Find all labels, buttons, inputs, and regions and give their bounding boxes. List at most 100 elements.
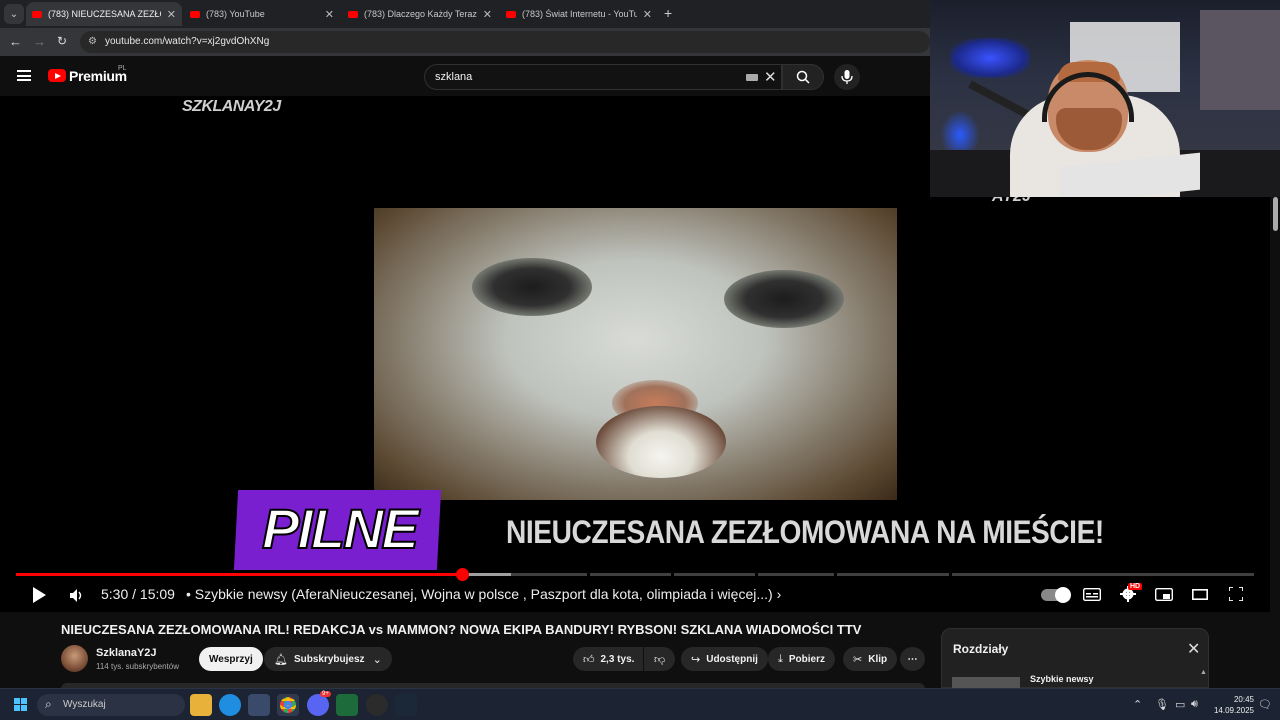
youtube-logo-icon[interactable]: [48, 69, 66, 82]
taskbar-search-input[interactable]: ⌕ Wyszukaj: [37, 694, 185, 716]
close-icon[interactable]: ✕: [483, 8, 492, 21]
chrome-icon[interactable]: [277, 694, 299, 716]
browser-tab-2[interactable]: (783) YouTube ✕: [184, 2, 340, 26]
clip-label: Klip: [868, 653, 888, 665]
edge-browser-icon[interactable]: [219, 694, 241, 716]
browser-tab-3[interactable]: (783) Dlaczego Każdy Teraz Mó ✕: [342, 2, 498, 26]
taskbar-clock[interactable]: 20:45 14.09.2025: [1208, 694, 1254, 716]
keyboard-icon[interactable]: [746, 74, 758, 81]
like-button[interactable]: 👍︎ 2,3 tys.: [573, 647, 643, 671]
miniplayer-icon[interactable]: [1155, 588, 1173, 601]
tab-title: (783) Dlaczego Każdy Teraz Mó: [364, 9, 477, 19]
subscribed-label: Subskrybujesz: [293, 653, 365, 665]
tray-microphone-icon[interactable]: 🎙︎: [1155, 698, 1169, 711]
share-icon: ↪: [691, 653, 701, 666]
chapter-marker: [755, 573, 758, 576]
close-icon[interactable]: ✕: [325, 8, 334, 21]
current-chapter-link[interactable]: • Szybkie newsy (AferaNieuczesanej, Wojn…: [186, 586, 781, 602]
close-icon[interactable]: ✕: [643, 8, 652, 21]
tray-volume-icon[interactable]: 🔊︎: [1191, 698, 1198, 711]
forward-arrow-icon[interactable]: →: [33, 34, 46, 49]
discord-icon[interactable]: 9+: [307, 691, 331, 716]
share-button[interactable]: ↪ Udostępnij: [681, 647, 768, 671]
browser-tab-4[interactable]: (783) Świat Internetu - YouTube ✕: [500, 2, 658, 26]
search-icon: [796, 70, 810, 84]
video-title: NIEUCZESANA ZEZŁOMOWANA IRL! REDAKCJA vs…: [61, 622, 862, 637]
download-label: Pobierz: [788, 653, 825, 665]
scissors-icon: ✂: [853, 653, 863, 666]
video-headline-overlay: NIEUCZESANA ZEZŁOMOWANA NA MIEŚCIE!: [506, 514, 1104, 550]
file-explorer-icon[interactable]: [190, 694, 212, 716]
chapter-item-title[interactable]: Szybkie newsy: [1030, 674, 1094, 684]
windows-start-icon[interactable]: [14, 698, 28, 712]
progress-played: [16, 573, 462, 576]
chapters-panel: Rozdziały ✕ Szybkie newsy ▲: [941, 628, 1209, 689]
steam-icon[interactable]: [395, 694, 417, 716]
play-icon[interactable]: [33, 587, 46, 603]
url-input[interactable]: ⚙ youtube.com/watch?v=xj2gvdOhXNg: [80, 31, 930, 53]
pilne-text: PILNE: [261, 496, 420, 561]
theater-mode-icon[interactable]: [1192, 589, 1208, 600]
autoplay-toggle[interactable]: [1041, 587, 1071, 603]
close-icon[interactable]: ✕: [167, 8, 176, 21]
site-settings-icon[interactable]: ⚙: [88, 36, 97, 47]
hd-badge: HD: [1128, 583, 1143, 590]
menu-hamburger-icon[interactable]: [17, 70, 31, 81]
download-button[interactable]: ⤓ Pobierz: [768, 647, 835, 671]
subscriber-count: 114 tys. subskrybentów: [96, 662, 180, 671]
page-scrollbar[interactable]: [1270, 197, 1280, 688]
taskbar-search-placeholder: Wyszukaj: [63, 699, 106, 710]
discord-badge: 9+: [320, 691, 331, 697]
download-icon: ⤓: [778, 652, 783, 665]
channel-name[interactable]: SzklanaY2J: [96, 647, 157, 659]
reload-icon[interactable]: ↻: [57, 34, 67, 48]
channel-avatar[interactable]: [61, 645, 88, 672]
fullscreen-icon[interactable]: [1229, 587, 1243, 601]
obs-icon[interactable]: [366, 694, 388, 716]
cat-mouth: [596, 406, 726, 478]
streamer-webcam-overlay: [930, 0, 1280, 197]
subtitles-icon[interactable]: [1083, 588, 1101, 601]
progress-scrubber-handle[interactable]: [455, 568, 469, 581]
chapter-marker: [949, 573, 952, 576]
tab-search-button[interactable]: ⌄: [4, 4, 24, 24]
dislike-button[interactable]: 👎︎: [644, 647, 675, 671]
volume-icon[interactable]: [70, 589, 84, 602]
tab-title: (783) Świat Internetu - YouTube: [522, 9, 637, 19]
notifications-icon[interactable]: 🗨︎: [1258, 698, 1272, 711]
search-input[interactable]: szklana ✕: [424, 64, 782, 90]
excel-icon[interactable]: [336, 694, 358, 716]
store-icon[interactable]: [248, 694, 270, 716]
new-tab-button[interactable]: +: [664, 5, 672, 21]
support-button[interactable]: Wesprzyj: [199, 647, 263, 671]
back-arrow-icon[interactable]: ←: [9, 34, 22, 49]
youtube-favicon-icon: [348, 10, 358, 18]
browser-tab-strip: ⌄ (783) NIEUCZESANA ZEZŁOMO ✕ (783) YouT…: [0, 0, 930, 28]
tab-title: (783) YouTube: [206, 9, 265, 19]
youtube-favicon-icon: [190, 10, 200, 18]
support-label: Wesprzyj: [209, 653, 253, 665]
search-input-value: szklana: [435, 71, 473, 83]
scrollbar-thumb[interactable]: [1273, 197, 1278, 231]
tray-chevron-up-icon[interactable]: ⌃: [1133, 698, 1142, 711]
region-code: PL: [118, 65, 127, 72]
chapter-marker: [671, 573, 674, 576]
clock-time: 20:45: [1233, 695, 1254, 704]
chapters-scroll-up-icon[interactable]: ▲: [1200, 669, 1207, 676]
clip-button[interactable]: ✂ Klip: [843, 647, 898, 671]
share-label: Udostępnij: [706, 653, 758, 665]
tray-network-icon[interactable]: ▭: [1175, 698, 1185, 711]
more-actions-button[interactable]: ⋯: [900, 647, 925, 671]
time-display: 5:30 / 15:09: [101, 586, 175, 602]
search-icon: ⌕: [45, 697, 52, 711]
close-icon[interactable]: ✕: [1187, 639, 1200, 659]
clear-search-icon[interactable]: ✕: [764, 68, 777, 86]
browser-tab-1[interactable]: (783) NIEUCZESANA ZEZŁOMO ✕: [26, 2, 182, 26]
subscribed-button[interactable]: 🔔︎ Subskrybujesz ⌄: [264, 647, 392, 671]
chevron-down-icon: ⌄: [372, 653, 382, 666]
windows-taskbar: ⌕ Wyszukaj 9+ ⌃ 🎙︎ ▭ 🔊︎ 20:45 14.09.2025…: [0, 688, 1280, 720]
voice-search-button[interactable]: [834, 64, 860, 90]
youtube-header: Premium PL szklana ✕: [0, 56, 930, 96]
search-button[interactable]: [782, 64, 824, 90]
address-bar-row: ← → ↻ ⚙ youtube.com/watch?v=xj2gvdOhXNg: [0, 28, 930, 56]
